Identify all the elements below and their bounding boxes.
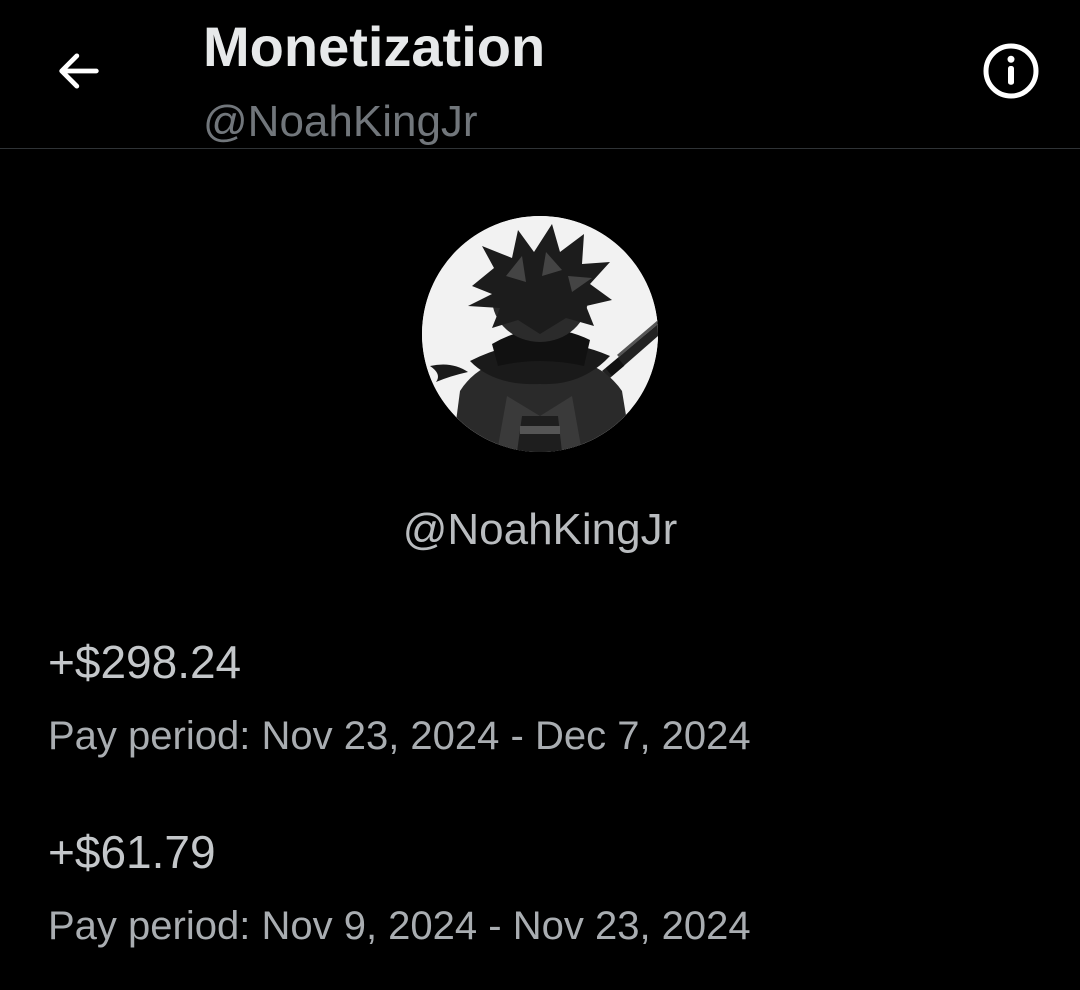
payout-item: +$298.24 Pay period: Nov 23, 2024 - Dec … [48, 634, 1048, 762]
avatar-image [422, 216, 658, 452]
avatar[interactable] [422, 216, 658, 452]
page-title: Monetization [203, 15, 546, 78]
profile-handle: @NoahKingJr [402, 505, 678, 554]
payout-item: +$61.79 Pay period: Nov 9, 2024 - Nov 23… [48, 824, 1048, 952]
payout-amount: +$61.79 [48, 826, 216, 878]
payout-amount: +$298.24 [48, 636, 242, 688]
arrow-left-icon [59, 53, 99, 89]
back-button[interactable] [46, 38, 112, 104]
info-circle-icon [983, 43, 1039, 99]
top-app-bar: Monetization @NoahKingJr [0, 0, 1080, 149]
payout-period: Pay period: Nov 9, 2024 - Nov 23, 2024 [48, 904, 751, 948]
info-button[interactable] [978, 38, 1044, 104]
payout-period: Pay period: Nov 23, 2024 - Dec 7, 2024 [48, 714, 751, 758]
page-subtitle-handle: @NoahKingJr [203, 97, 478, 146]
